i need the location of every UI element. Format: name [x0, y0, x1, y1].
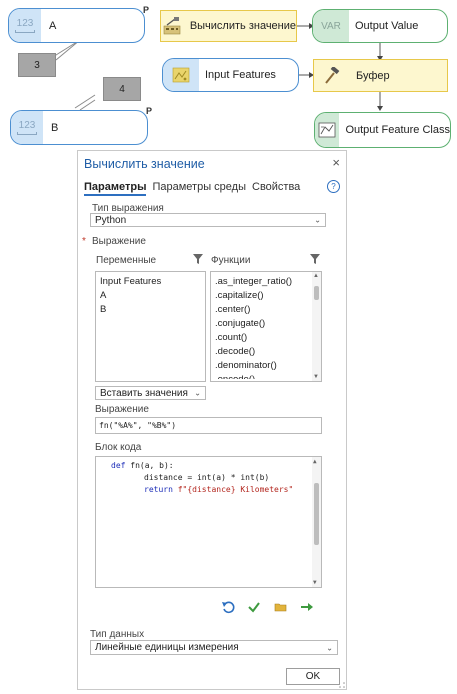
note-text: 4	[119, 83, 125, 95]
dialog-title: Вычислить значение	[84, 157, 205, 171]
note-text: 3	[34, 59, 40, 71]
note-4[interactable]: 4	[103, 77, 141, 101]
expression-section-label: Выражение	[92, 236, 146, 247]
chevron-down-icon: ⌄	[194, 388, 201, 398]
scroll-thumb[interactable]	[314, 483, 319, 545]
list-item[interactable]: .conjugate()	[211, 317, 321, 331]
chevron-down-icon: ⌄	[314, 215, 321, 225]
data-type-label: Тип данных	[90, 629, 145, 640]
feature-class-icon	[315, 113, 340, 147]
calculator-icon	[161, 11, 184, 41]
variables-label: Переменные	[96, 255, 157, 266]
list-item[interactable]: .decode()	[211, 345, 321, 359]
tool-node-calculate-value[interactable]: Вычислить значение	[160, 10, 297, 42]
code-keyword: return	[144, 485, 173, 494]
number-type-icon: 123	[11, 111, 43, 144]
required-marker: *	[82, 236, 86, 247]
list-item[interactable]: .count()	[211, 331, 321, 345]
code-block-editor[interactable]: def fn(a, b): distance = int(a) * int(b)…	[95, 456, 322, 588]
arrowhead	[377, 106, 383, 111]
variables-list[interactable]: Input Features A B	[95, 271, 206, 382]
list-item[interactable]: A	[96, 289, 205, 303]
variable-label: A	[49, 19, 57, 32]
list-item[interactable]: .as_integer_ratio()	[211, 275, 321, 289]
scroll-up-icon[interactable]: ▲	[313, 273, 319, 279]
type-text: 123	[18, 120, 36, 131]
expression-input[interactable]: fn("%A%", "%B%")	[95, 417, 322, 434]
expression-type-select[interactable]: Python ⌄	[90, 213, 326, 227]
calculate-value-dialog: Вычислить значение × Параметры Параметры…	[77, 150, 347, 690]
close-icon[interactable]: ×	[332, 155, 340, 170]
ok-button[interactable]: OK	[286, 668, 340, 685]
tool-label: Вычислить значение	[189, 20, 296, 32]
filter-icon[interactable]	[193, 254, 203, 264]
ok-label: OK	[305, 671, 321, 682]
tool-node-buffer[interactable]: Буфер	[313, 59, 448, 92]
resize-grip-icon[interactable]	[338, 681, 346, 689]
code-string: f"{distance} Kilometers"	[172, 485, 294, 494]
variable-node-b[interactable]: 123 B	[10, 110, 148, 145]
output-value-node[interactable]: VAR Output Value	[312, 9, 448, 43]
code-text: fn(a, b):	[125, 461, 174, 470]
scroll-up-icon[interactable]: ▲	[313, 458, 317, 465]
type-text: 123	[16, 18, 34, 29]
output-label: Output Value	[355, 20, 419, 32]
tool-label: Буфер	[356, 69, 390, 82]
help-icon[interactable]: ?	[327, 180, 340, 193]
code-block-label: Блок кода	[95, 442, 142, 453]
data-type-value: Линейные единицы измерения	[95, 642, 239, 653]
parameter-marker: P	[146, 106, 153, 116]
expression-type-value: Python	[95, 214, 127, 226]
type-text: VAR	[321, 20, 341, 32]
chevron-down-icon: ⌄	[326, 643, 333, 652]
parameter-marker: P	[143, 5, 150, 15]
functions-scrollbar[interactable]: ▲ ▼	[312, 272, 321, 381]
scroll-thumb[interactable]	[314, 286, 319, 300]
variant-type-icon: VAR	[313, 10, 349, 42]
tab-parameters[interactable]: Параметры	[84, 181, 147, 196]
input-label: Input Features	[205, 69, 276, 81]
insert-values-select[interactable]: Вставить значения ⌄	[95, 386, 206, 400]
code-line: return f"{distance} Kilometers"	[144, 485, 293, 494]
save-arrow-icon[interactable]	[300, 600, 314, 614]
functions-label: Функции	[211, 255, 251, 266]
undo-icon[interactable]	[221, 600, 235, 614]
insert-values-label: Вставить значения	[100, 387, 188, 399]
scroll-down-icon[interactable]: ▼	[313, 374, 319, 380]
list-item[interactable]: .capitalize()	[211, 289, 321, 303]
functions-list[interactable]: .as_integer_ratio() .capitalize() .cente…	[210, 271, 322, 382]
list-item[interactable]: .denominator()	[211, 359, 321, 373]
data-type-select[interactable]: Линейные единицы измерения ⌄	[90, 640, 338, 655]
code-line: def fn(a, b):	[111, 461, 174, 470]
list-item[interactable]: Input Features	[96, 275, 205, 289]
note-3-leader	[55, 39, 81, 61]
expression-label: Выражение	[95, 404, 149, 415]
scroll-down-icon[interactable]: ▼	[313, 579, 317, 586]
open-folder-icon[interactable]	[274, 600, 288, 614]
tab-environments[interactable]: Параметры среды	[152, 181, 246, 196]
number-type-icon: 123	[9, 9, 41, 42]
verify-check-icon[interactable]	[247, 600, 261, 614]
note-4-leader	[79, 99, 96, 111]
list-item[interactable]: B	[96, 303, 205, 317]
filter-icon[interactable]	[310, 254, 320, 264]
hammer-icon	[314, 60, 350, 91]
list-item[interactable]: .encode()	[211, 373, 321, 379]
code-line: distance = int(a) * int(b)	[144, 473, 269, 482]
variable-label: B	[51, 121, 59, 134]
input-features-node[interactable]: Input Features	[162, 58, 299, 92]
output-label: Output Feature Class	[345, 124, 450, 136]
output-feature-class-node[interactable]: Output Feature Class	[314, 112, 451, 148]
note-3[interactable]: 3	[18, 53, 56, 77]
tab-properties[interactable]: Свойства	[252, 181, 300, 196]
code-keyword: def	[111, 461, 126, 470]
variable-node-a[interactable]: 123 A	[8, 8, 145, 43]
expression-value: fn("%A%", "%B%")	[99, 421, 177, 430]
list-item[interactable]: .center()	[211, 303, 321, 317]
code-scrollbar[interactable]: ▲ ▼	[312, 457, 321, 587]
code-text: distance = int(a) * int(b)	[144, 473, 270, 482]
feature-layer-icon	[163, 59, 199, 91]
dialog-tabs: Параметры Параметры среды Свойства	[84, 181, 300, 196]
